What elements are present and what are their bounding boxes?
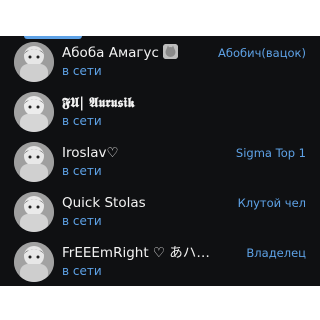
avatar bbox=[14, 142, 54, 182]
avatar bbox=[14, 42, 54, 82]
member-row[interactable]: FrEEEmRight ♡ あハナマサ… в сети Владелец bbox=[0, 237, 320, 286]
member-name: 𝕱𝖀| 𝕬𝖚𝖗𝖚𝖘𝖎𝖐 bbox=[62, 95, 135, 111]
member-row[interactable]: Quick Stolas в сети Клутой чел bbox=[0, 187, 320, 237]
member-row[interactable]: Абоба Амагус в сети Абобич(вацок) bbox=[0, 37, 320, 87]
member-role: Sigma Top 1 bbox=[235, 146, 306, 160]
members-list-panel: Абоба Амагус в сети Абобич(вацок) 𝕱𝖀| 𝕬𝖚… bbox=[0, 36, 320, 286]
member-role: Владелец bbox=[246, 246, 306, 260]
member-name: Абоба Амагус bbox=[62, 44, 212, 62]
avatar bbox=[14, 192, 54, 232]
cat-emoji-icon bbox=[162, 44, 178, 59]
member-name-text: FrEEEmRight ♡ あハナマサ… bbox=[62, 245, 212, 261]
member-name: Quick Stolas bbox=[62, 195, 146, 211]
member-status: в сети bbox=[62, 164, 102, 178]
member-status: в сети bbox=[62, 214, 102, 228]
avatar bbox=[14, 92, 54, 132]
member-row[interactable]: 𝕱𝖀| 𝕬𝖚𝖗𝖚𝖘𝖎𝖐 в сети bbox=[0, 87, 320, 137]
member-role: Абобич(вацок) bbox=[218, 46, 306, 60]
member-role: Клутой чел bbox=[237, 196, 306, 210]
member-name: Iroslav♡ bbox=[62, 145, 119, 161]
member-status: в сети bbox=[62, 114, 102, 128]
member-status: в сети bbox=[62, 64, 102, 78]
avatar bbox=[14, 242, 54, 282]
member-status: в сети bbox=[62, 264, 102, 278]
member-row[interactable]: Iroslav♡ в сети Sigma Top 1 bbox=[0, 137, 320, 187]
